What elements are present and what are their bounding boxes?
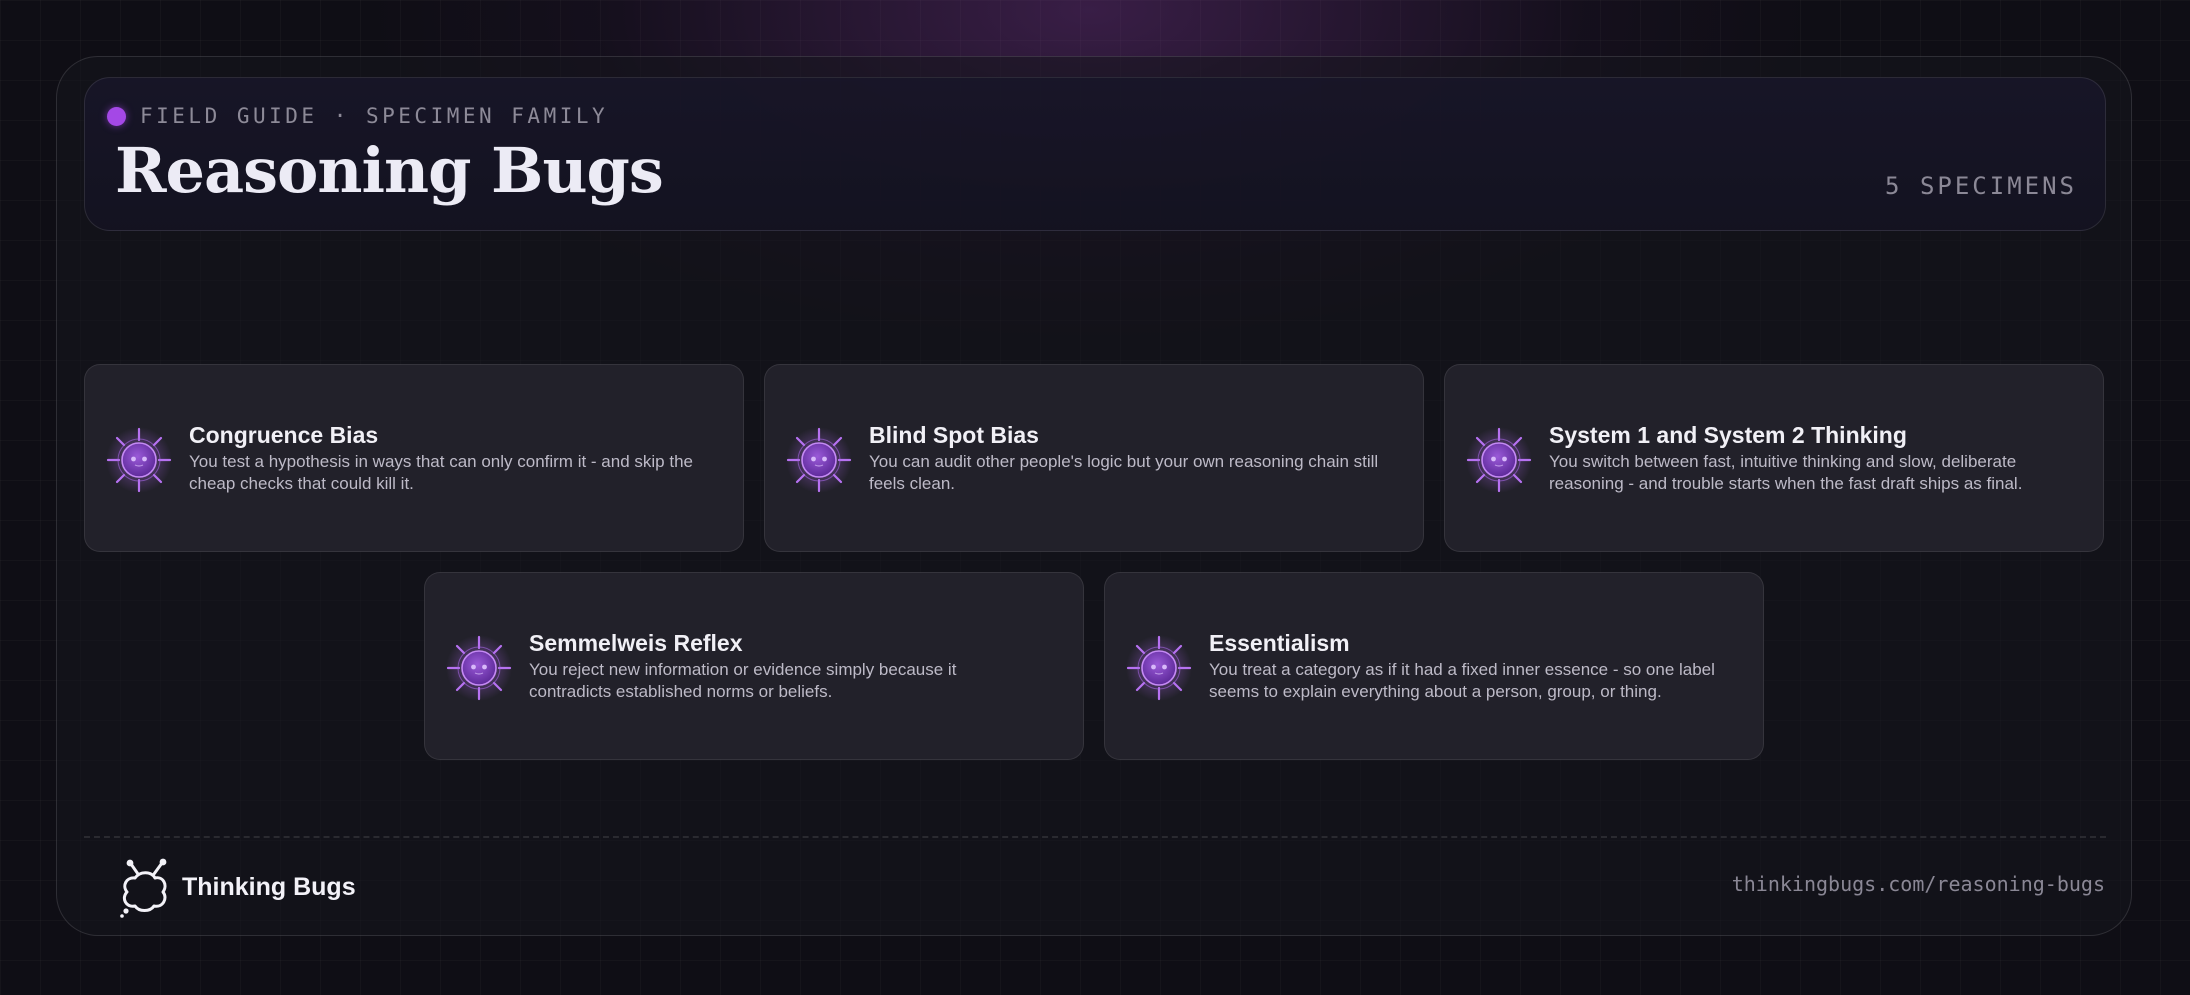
bug-card-description: You switch between fast, intuitive think…	[1549, 452, 2023, 494]
bug-card-essentialism[interactable]: Essentialism You treat a category as if …	[1104, 572, 1764, 760]
footer-url-link[interactable]: thinkingbugs.com/reasoning-bugs	[1732, 872, 2105, 896]
brand-name: Thinking Bugs	[182, 872, 356, 901]
bug-card-title: Blind Spot Bias	[869, 421, 1039, 448]
brand[interactable]: Thinking Bugs	[118, 856, 356, 918]
accent-dot-icon	[107, 106, 126, 126]
bug-card-title: System 1 and System 2 Thinking	[1549, 421, 1907, 448]
bug-card-title: Congruence Bias	[189, 421, 379, 448]
bug-card-blind-spot-bias[interactable]: Blind Spot Bias You can audit other peop…	[764, 364, 1424, 552]
footer-divider	[84, 836, 2106, 838]
bug-specimen-icon	[785, 426, 853, 494]
bug-card-title: Essentialism	[1209, 629, 1350, 656]
bug-specimen-icon	[1125, 634, 1193, 702]
bug-card-description: You treat a category as if it had a fixe…	[1209, 660, 1715, 702]
bug-card-description: You reject new information or evidence s…	[529, 660, 957, 702]
bug-card-title: Semmelweis Reflex	[529, 629, 743, 656]
bug-card-congruence-bias[interactable]: Congruence Bias You test a hypothesis in…	[84, 364, 744, 552]
bug-card-system-1-and-2[interactable]: System 1 and System 2 Thinking You switc…	[1444, 364, 2104, 552]
bug-card-semmelweis-reflex[interactable]: Semmelweis Reflex You reject new informa…	[424, 572, 1084, 760]
bug-card-description: You can audit other people's logic but y…	[869, 452, 1379, 494]
header-panel: FIELD GUIDE · SPECIMEN FAMILY Reasoning …	[84, 77, 2106, 231]
eyebrow-text: FIELD GUIDE · SPECIMEN FAMILY	[140, 104, 609, 128]
bug-specimen-icon	[445, 634, 513, 702]
bug-specimen-icon	[1465, 426, 1533, 494]
bug-card-description: You test a hypothesis in ways that can o…	[189, 452, 693, 494]
page-title: Reasoning Bugs	[115, 134, 664, 207]
bug-specimen-icon	[105, 426, 173, 494]
thinking-bugs-logo-icon	[120, 858, 167, 918]
eyebrow: FIELD GUIDE · SPECIMEN FAMILY	[107, 104, 608, 128]
specimen-count: 5 SPECIMENS	[1885, 172, 2077, 200]
